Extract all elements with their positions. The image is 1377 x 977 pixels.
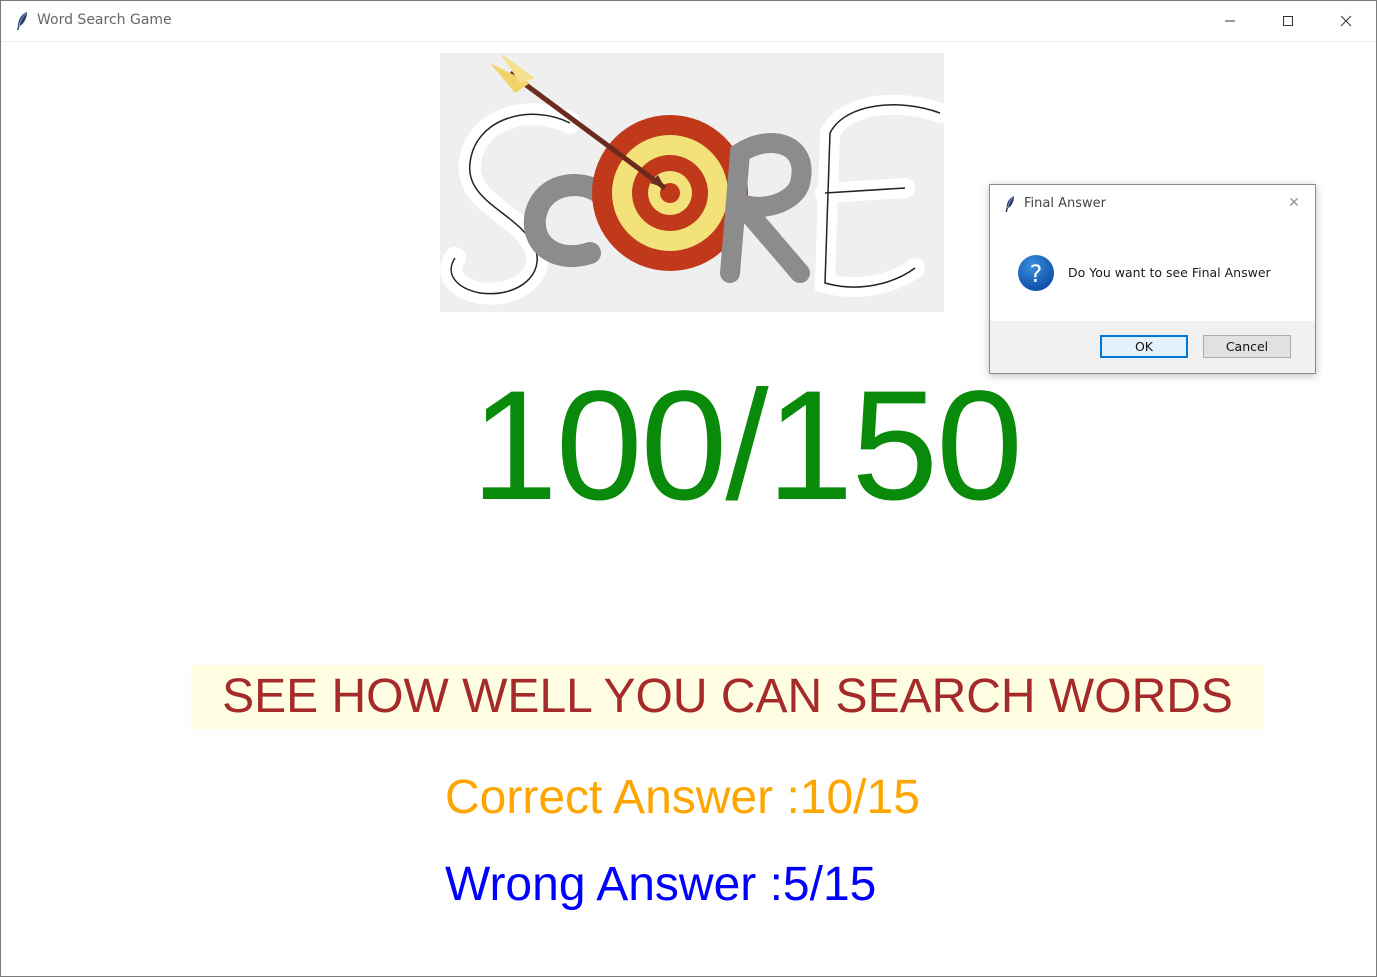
maximize-button[interactable] <box>1259 1 1317 41</box>
ok-button[interactable]: OK <box>1100 335 1188 358</box>
question-icon: ? <box>1018 255 1054 291</box>
cancel-button[interactable]: Cancel <box>1203 335 1291 358</box>
headline-banner: SEE HOW WELL YOU CAN SEARCH WORDS <box>191 665 1264 729</box>
score-value: 100/150 <box>471 359 1023 533</box>
feather-icon <box>17 12 27 30</box>
app-window: Word Search Game 100/150 SEE HOW WELL YO… <box>0 0 1377 977</box>
dialog-close-button[interactable]: ✕ <box>1284 193 1304 213</box>
dialog-footer: OK Cancel <box>990 321 1315 373</box>
correct-answer-label: Correct Answer :10/15 <box>445 771 920 824</box>
headline-text: SEE HOW WELL YOU CAN SEARCH WORDS <box>222 670 1233 723</box>
wrong-answer-label: Wrong Answer :5/15 <box>445 858 877 911</box>
window-title: Word Search Game <box>37 12 172 28</box>
close-icon <box>1340 15 1352 27</box>
minimize-button[interactable] <box>1201 1 1259 41</box>
dialog-title: Final Answer <box>1024 196 1106 211</box>
feather-icon <box>1005 196 1014 212</box>
final-answer-dialog: Final Answer ✕ ? Do You want to see Fina… <box>989 184 1316 374</box>
dialog-message: Do You want to see Final Answer <box>1068 265 1271 280</box>
minimize-icon <box>1225 20 1235 22</box>
maximize-icon <box>1283 16 1293 26</box>
score-logo-image <box>440 53 944 312</box>
svg-text:?: ? <box>1030 260 1043 288</box>
close-button[interactable] <box>1317 1 1375 41</box>
title-bar[interactable]: Word Search Game <box>1 1 1376 42</box>
